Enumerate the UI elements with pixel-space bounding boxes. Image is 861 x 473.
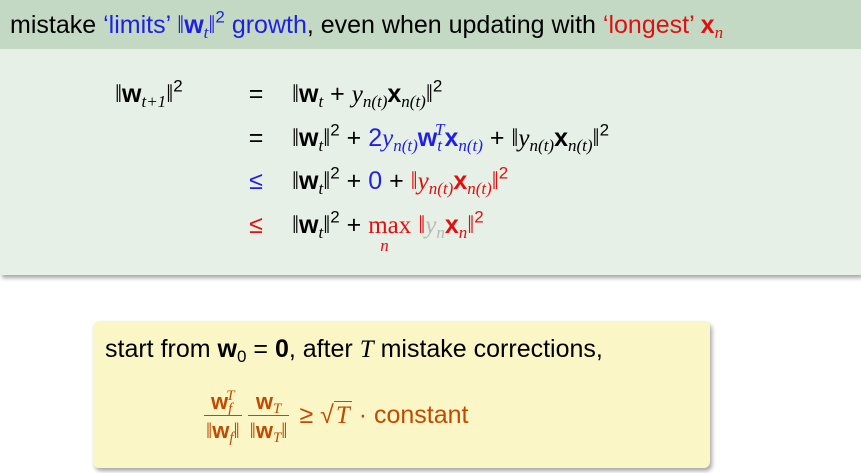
title-longest: ‘longest’ [602,11,701,39]
equation-row-1: ‖wt+1‖2 = ‖wt + yn(t)xn(t)‖2 [0,76,861,122]
row2-rhs: ‖wt‖2 + 2yn(t)wtTxn(t) + ‖yn(t)xn(t)‖2 [292,120,610,155]
title-limits: ‘limits’ [103,11,178,39]
equation-row-4: ≤ ‖wt‖2 + max n ‖ynxn‖2 [0,207,861,255]
constant-label: constant [374,401,469,430]
row4-rhs: ‖wt‖2 + max n ‖ynxn‖2 [292,207,484,255]
equation-row-2: = ‖wt‖2 + 2yn(t)wtTxn(t) + ‖yn(t)xn(t)‖2 [0,120,861,166]
row1-lhs: ‖wt+1‖2 [115,76,183,111]
bound-formula: wfT ‖wf‖ wT ‖wT‖ ≥ √T · constant [201,387,469,447]
row4-relation: ≤ [249,211,263,239]
fraction-wT: wT ‖wT‖ [247,389,290,447]
title-text2: , even when updating with [306,11,603,39]
geq-symbol: ≥ [299,401,314,430]
title-n: n [714,22,724,42]
sqrt-T: √T [320,401,352,430]
summary-box: start from w0 = 0, after T mistake corre… [93,321,710,468]
row1-relation: = [248,80,264,108]
fraction-wf: wfT ‖wf‖ [204,387,242,447]
row3-relation: ≤ [249,167,263,195]
row3-rhs: ‖wt‖2 + 0 + ‖yn(t)xn(t)‖2 [292,163,509,198]
block-header: mistake ‘limits’ ‖wt‖2 growth, even when… [0,0,861,49]
title-growth: growth [224,11,307,39]
dot-operator: · [358,401,368,430]
summary-line: start from w0 = 0, after T mistake corre… [105,335,603,366]
title-x: x [700,11,715,39]
theorem-block: mistake ‘limits’ ‖wt‖2 growth, even when… [0,0,861,275]
title-text: mistake [10,11,104,39]
block-title: mistake ‘limits’ ‖wt‖2 growth, even when… [10,8,724,42]
row1-rhs: ‖wt + yn(t)xn(t)‖2 [292,76,443,111]
equation-row-3: ≤ ‖wt‖2 + 0 + ‖yn(t)xn(t)‖2 [0,163,861,209]
row2-relation: = [248,124,264,152]
title-w: w [184,11,204,39]
title-sq: 2 [215,7,225,27]
